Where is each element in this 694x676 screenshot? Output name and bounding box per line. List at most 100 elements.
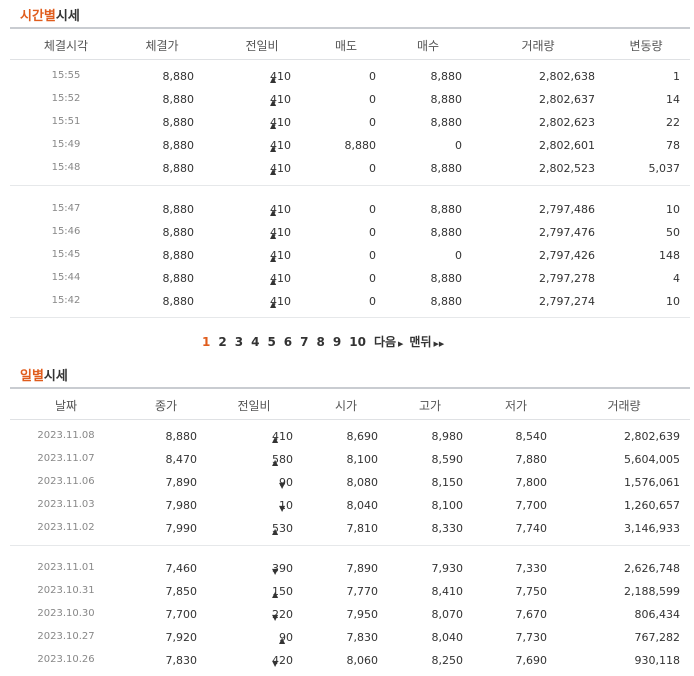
table-row: 15:55 8,880 ▲ 410 0 8,880 2,802,638 1 [10, 65, 690, 88]
next-page-link[interactable]: 다음 [374, 335, 396, 349]
buy-cell: 0 [455, 139, 462, 152]
close-cell: 7,890 [165, 476, 198, 489]
volume-cell: 2,802,601 [539, 139, 595, 152]
change-cell: ▲ 410 [270, 70, 291, 84]
volume-cell: 806,434 [634, 608, 681, 621]
hourly-price-table: 체결시각 체결가 전일비 매도 매수 거래량 변동량 15:55 8,880 ▲ 41… [10, 27, 690, 318]
change-cell: ▲ 410 [270, 93, 291, 107]
close-cell: 7,850 [165, 585, 198, 598]
up-triangle-icon: ▲ [272, 435, 279, 444]
sell-cell: 0 [369, 249, 376, 262]
volume-cell: 2,797,476 [539, 226, 595, 239]
row-group-divider [10, 185, 690, 186]
page-link-9[interactable]: 9 [333, 335, 341, 349]
close-cell: 7,830 [165, 654, 198, 667]
open-cell: 7,770 [346, 585, 379, 598]
date-cell: 2023.10.31 [37, 585, 95, 596]
page-link-4[interactable]: 4 [251, 335, 259, 349]
table-bottom-border [10, 317, 690, 318]
header-low: 저가 [504, 399, 528, 413]
time-cell: 15:47 [51, 203, 81, 214]
price-cell: 8,880 [162, 139, 195, 152]
close-cell: 7,460 [165, 562, 198, 575]
sell-cell: 0 [369, 162, 376, 175]
buy-cell: 8,880 [430, 116, 463, 129]
double-right-triangle-icon: ▶▶ [433, 340, 445, 348]
delta-cell: 78 [666, 139, 680, 152]
delta-cell: 5,037 [648, 162, 681, 175]
time-cell: 15:42 [51, 295, 81, 306]
table-row: 2023.11.01 7,460 ▼ 390 7,890 7,930 7,330 2,626,… [10, 557, 690, 580]
close-cell: 7,920 [165, 631, 198, 644]
buy-cell: 8,880 [430, 295, 463, 308]
hourly-table-header: 체결시각 체결가 전일비 매도 매수 거래량 변동량 [10, 27, 690, 60]
sell-cell: 0 [369, 203, 376, 216]
price-cell: 8,880 [162, 116, 195, 129]
right-triangle-icon: ▶ [398, 340, 404, 348]
close-cell: 7,980 [165, 499, 198, 512]
open-cell: 7,950 [346, 608, 379, 621]
page-link-7[interactable]: 7 [300, 335, 308, 349]
price-cell: 8,880 [162, 249, 195, 262]
change-cell: ▼ 390 [272, 562, 293, 576]
open-cell: 8,690 [346, 430, 379, 443]
high-cell: 8,980 [431, 430, 464, 443]
high-cell: 8,070 [431, 608, 464, 621]
change-cell: ▲ 90 [279, 631, 293, 645]
page-link-8[interactable]: 8 [317, 335, 325, 349]
delta-cell: 10 [666, 203, 680, 216]
page-link-6[interactable]: 6 [284, 335, 292, 349]
time-cell: 15:44 [51, 272, 81, 283]
table-row: 15:42 8,880 ▲ 410 0 8,880 2,797,274 10 [10, 290, 690, 313]
time-cell: 15:49 [51, 139, 81, 150]
last-page-link[interactable]: 맨뒤 [409, 335, 431, 349]
date-cell: 2023.11.01 [37, 562, 95, 573]
change-cell: ▲ 410 [270, 203, 291, 217]
open-cell: 7,890 [346, 562, 379, 575]
change-cell: ▲ 410 [270, 249, 291, 263]
open-cell: 8,040 [346, 499, 379, 512]
open-cell: 7,830 [346, 631, 379, 644]
page-link-2[interactable]: 2 [218, 335, 226, 349]
buy-cell: 8,880 [430, 272, 463, 285]
change-cell: ▲ 410 [270, 116, 291, 130]
header-change: 전일비 [237, 399, 271, 413]
page-link-3[interactable]: 3 [235, 335, 243, 349]
table-row: 2023.11.06 7,890 ▼ 90 8,080 8,150 7,800 1,576,0… [10, 471, 690, 494]
delta-cell: 10 [666, 295, 680, 308]
up-triangle-icon: ▲ [272, 590, 279, 599]
volume-cell: 930,118 [634, 654, 681, 667]
delta-cell: 22 [666, 116, 680, 129]
header-buy: 매수 [416, 39, 440, 53]
table-row: 2023.11.02 7,990 ▲ 530 7,810 8,330 7,740 3,146,… [10, 517, 690, 540]
volume-cell: 5,604,005 [624, 453, 680, 466]
delta-cell: 50 [666, 226, 680, 239]
high-cell: 8,040 [431, 631, 464, 644]
delta-cell: 4 [673, 272, 680, 285]
table-row: 2023.10.27 7,920 ▲ 90 7,830 8,040 7,730 767,282 [10, 626, 690, 649]
close-cell: 7,700 [165, 608, 198, 621]
sell-cell: 0 [369, 272, 376, 285]
page-link-5[interactable]: 5 [267, 335, 275, 349]
buy-cell: 8,880 [430, 162, 463, 175]
table-row: 2023.11.07 8,470 ▲ 580 8,100 8,590 7,880 5,604,… [10, 448, 690, 471]
date-cell: 2023.11.06 [37, 476, 95, 487]
daily-section-title: 일별시세 [20, 369, 68, 384]
date-cell: 2023.11.02 [37, 522, 95, 533]
price-cell: 8,880 [162, 295, 195, 308]
time-cell: 15:51 [51, 116, 81, 127]
low-cell: 7,670 [515, 608, 548, 621]
page-link-1[interactable]: 1 [202, 335, 210, 349]
change-cell: ▲ 410 [270, 162, 291, 176]
change-cell: ▲ 530 [272, 522, 293, 536]
volume-cell: 2,797,278 [539, 272, 595, 285]
price-cell: 8,880 [162, 93, 195, 106]
volume-cell: 2,802,638 [539, 70, 595, 83]
page-link-10[interactable]: 10 [349, 335, 366, 349]
down-triangle-icon: ▼ [279, 504, 286, 513]
hourly-section-title: 시간별시세 [20, 9, 80, 24]
up-triangle-icon: ▲ [270, 144, 277, 153]
change-cell: ▼ 420 [272, 654, 293, 668]
up-triangle-icon: ▲ [272, 458, 279, 467]
low-cell: 7,700 [515, 499, 548, 512]
